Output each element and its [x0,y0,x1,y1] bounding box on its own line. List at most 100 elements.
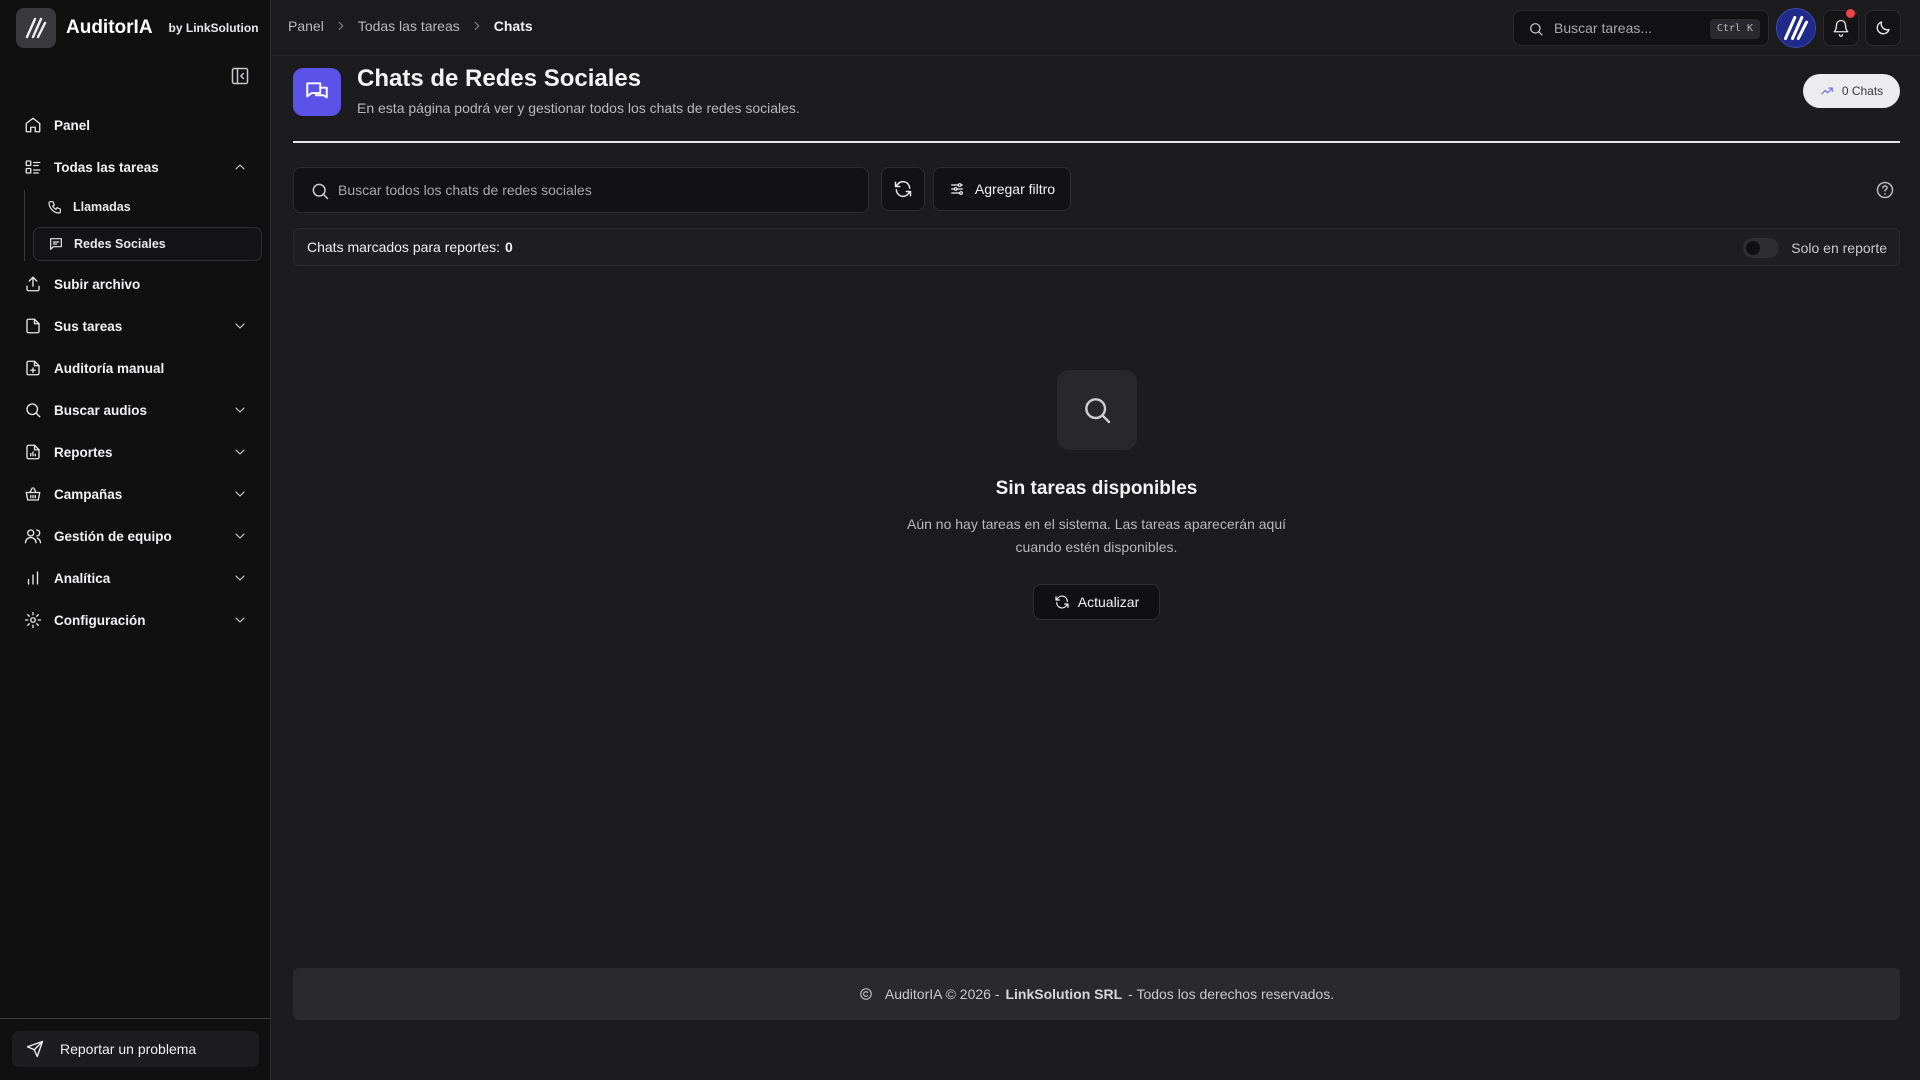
footer-prefix: AuditorIA © 2026 - [884,986,1000,1002]
send-icon [26,1040,44,1058]
shopping-basket-icon [25,487,41,501]
sidebar-item-configuracion[interactable]: Configuración [12,601,262,639]
report-problem-label: Reportar un problema [60,1041,197,1057]
sidebar-item-auditoria-manual[interactable]: Auditoría manual [12,349,262,387]
help-icon[interactable] [1875,180,1895,200]
chevron-down-icon [235,407,245,413]
refresh-button[interactable] [881,167,925,211]
chevron-down-icon [235,617,245,623]
update-button[interactable]: Actualizar [1032,584,1161,620]
sidebar-item-label: Subir archivo [54,276,141,292]
sidebar-footer: Reportar un problema [0,1018,271,1080]
global-search-input[interactable]: Buscar tareas... Ctrl K [1513,10,1769,46]
brand-by: by LinkSolution [168,21,259,35]
brand-name: AuditorIA [66,17,153,38]
sidebar-nav: Panel Todas las tareas Llamadas Redes So… [12,106,262,643]
sidebar-item-sus-tareas[interactable]: Sus tareas [12,307,262,345]
sidebar-item-analitica[interactable]: Analítica [12,559,262,597]
chevron-down-icon [235,449,245,455]
sidebar-item-redes-sociales[interactable]: Redes Sociales [33,227,262,261]
bar-chart-icon [27,571,39,585]
theme-toggle-button[interactable] [1865,10,1901,46]
sidebar-item-buscar-audios[interactable]: Buscar audios [12,391,262,429]
sidebar-item-panel[interactable]: Panel [12,106,262,144]
sidebar-item-label: Auditoría manual [54,360,165,376]
copyright-icon [860,988,872,1000]
sidebar-item-label: Configuración [54,612,146,628]
upload-icon [26,276,40,292]
header-divider [293,141,1900,143]
avatar[interactable] [1776,8,1816,48]
sidebar-item-reportes[interactable]: Reportes [12,433,262,471]
breadcrumb-item-chats: Chats [493,18,533,34]
home-icon [25,117,41,133]
page-footer: AuditorIA © 2026 - LinkSolution SRL - To… [293,968,1900,1020]
trending-up-icon [1821,87,1833,95]
brand-avatar-icon [1783,15,1809,41]
only-report-toggle[interactable] [1743,238,1780,258]
report-icon [26,444,40,460]
search-icon [26,403,41,418]
message-icon [50,238,62,250]
sidebar: AuditorIA by LinkSolution Panel Todas la… [0,0,271,1080]
list-icon [25,160,41,174]
phone-icon [48,201,61,214]
search-icon [312,183,329,200]
global-search-placeholder: Buscar tareas... [1554,20,1653,36]
chevron-down-icon [235,575,245,581]
refresh-icon [1055,595,1069,609]
refresh-icon [894,180,912,198]
chats-count-label: 0 Chats [1841,84,1884,98]
sidebar-item-llamadas[interactable]: Llamadas [33,190,262,224]
gear-icon [24,611,42,629]
footer-suffix: - Todos los derechos reservados. [1128,986,1335,1002]
chevron-down-icon [235,533,245,539]
collapse-sidebar-icon[interactable] [230,66,250,86]
notification-dot [1846,9,1855,18]
users-icon [24,529,42,544]
breadcrumb-item-todas-las-tareas[interactable]: Todas las tareas [358,18,460,34]
sidebar-item-label: Panel [54,117,91,133]
file-plus-icon [26,360,40,376]
empty-state-description: Aún no hay tareas en el sistema. Las tar… [906,516,1286,555]
sidebar-item-label: Redes Sociales [74,237,166,251]
sidebar-item-subir-archivo[interactable]: Subir archivo [12,265,262,303]
chevron-right-icon [338,21,344,31]
sidebar-item-todas-las-tareas[interactable]: Todas las tareas [12,148,262,186]
sidebar-item-label: Llamadas [73,200,131,214]
only-report-toggle-group: Solo en reporte [1743,238,1887,258]
notifications-button[interactable] [1823,9,1859,46]
moon-icon [1876,21,1890,35]
main-content: Chats de Redes Sociales En esta página p… [272,57,1920,1080]
add-filter-label: Agregar filtro [974,181,1056,197]
file-icon [26,318,40,334]
sidebar-item-label: Sus tareas [54,318,123,334]
chevron-down-icon [235,323,245,329]
empty-state-title: Sin tareas disponibles [995,478,1198,499]
search-icon [1530,23,1543,36]
page-title: Chats de Redes Sociales [357,65,642,92]
chat-search-placeholder: Buscar todos los chats de redes sociales [338,182,592,198]
chevron-up-icon [235,164,245,170]
chats-icon [293,68,341,116]
add-filter-button[interactable]: Agregar filtro [933,167,1071,211]
page-subtitle: En esta página podrá ver y gestionar tod… [357,100,800,116]
breadcrumb-item-panel[interactable]: Panel [288,18,324,34]
sidebar-item-label: Gestión de equipo [54,528,172,544]
sidebar-item-label: Todas las tareas [54,159,159,175]
topbar: Panel Todas las tareas Chats Buscar tare… [272,0,1920,56]
chat-search-input[interactable]: Buscar todos los chats de redes sociales [293,167,869,213]
sidebar-item-label: Campañas [54,486,123,502]
brand[interactable]: AuditorIA by LinkSolution [16,7,259,49]
breadcrumb: Panel Todas las tareas Chats [288,18,533,34]
footer-company: LinkSolution SRL [1005,986,1123,1002]
chats-count-badge: 0 Chats [1803,74,1900,108]
shortcut-hint: Ctrl K [1709,19,1760,39]
report-status-bar: Chats marcados para reportes: 0 Solo en … [293,228,1900,266]
sidebar-item-label: Reportes [54,444,113,460]
empty-search-icon [1056,370,1137,450]
sidebar-item-campanas[interactable]: Campañas [12,475,262,513]
sidebar-item-gestion-de-equipo[interactable]: Gestión de equipo [12,517,262,555]
chevron-down-icon [235,491,245,497]
report-problem-button[interactable]: Reportar un problema [12,1031,259,1067]
